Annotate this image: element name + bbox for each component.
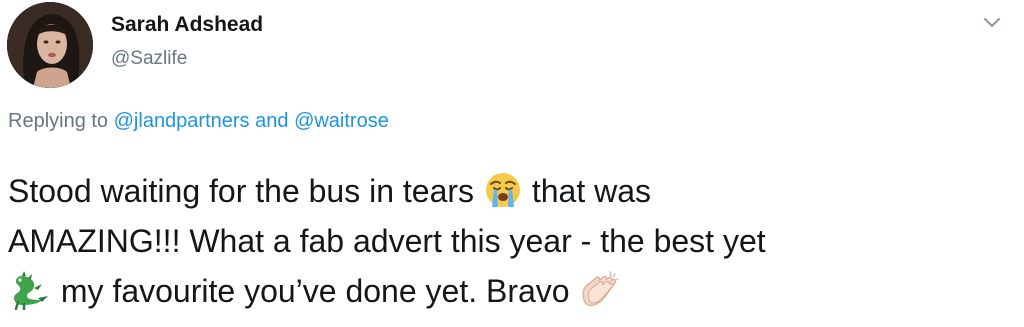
replying-to-label: Replying to xyxy=(8,110,109,132)
user-handle[interactable]: @Sazlife xyxy=(111,47,263,71)
dragon-emoji-icon xyxy=(8,270,52,310)
display-name[interactable]: Sarah Adshead xyxy=(111,12,263,38)
tweet-text-line-3: my favourite you’ve done yet. Bravo xyxy=(8,266,1018,316)
chevron-down-icon[interactable] xyxy=(980,13,1004,33)
avatar-photo xyxy=(7,2,93,88)
tweet-text-segment: Stood waiting for the bus in tears xyxy=(8,173,475,209)
mention-link-jlandpartners[interactable]: @jlandpartners xyxy=(114,110,250,132)
mention-link-waitrose[interactable]: @waitrose xyxy=(294,110,389,132)
tweet-text: Stood waiting for the bus in tears that … xyxy=(8,166,1018,316)
tweet-text-line-2: AMAZING!!! What a fab advert this year -… xyxy=(8,216,1018,266)
tweet-text-segment: my favourite you’ve done yet. Bravo xyxy=(60,273,570,309)
tweet-text-segment: AMAZING!!! What a fab advert this year -… xyxy=(8,223,766,259)
tweet-text-segment: that was xyxy=(531,173,651,209)
tweet-text-line-1: Stood waiting for the bus in tears that … xyxy=(8,166,1018,216)
reply-conjunction: and xyxy=(255,110,289,132)
reply-context: Replying to @jlandpartners and @waitrose xyxy=(8,108,389,134)
loudly-crying-face-emoji-icon xyxy=(483,170,523,210)
clapping-hands-emoji-icon xyxy=(578,270,622,310)
author-block: Sarah Adshead @Sazlife xyxy=(111,12,263,71)
tweet-card: Sarah Adshead @Sazlife Replying to @jlan… xyxy=(0,0,1024,327)
avatar[interactable] xyxy=(7,2,93,88)
